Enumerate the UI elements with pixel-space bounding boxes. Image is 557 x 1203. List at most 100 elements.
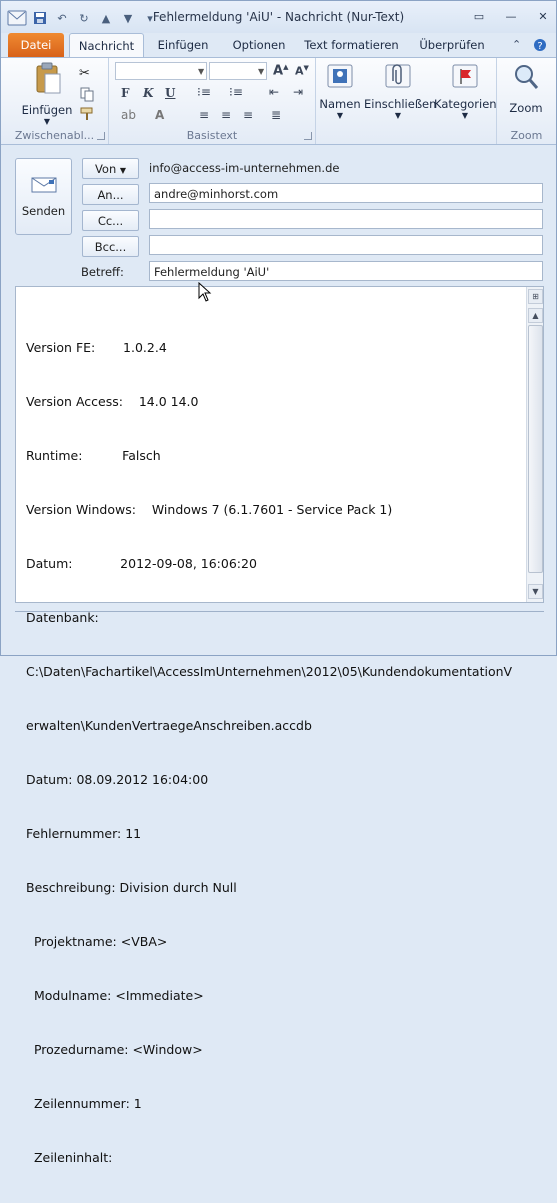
message-window: ↶ ↻ ▲ ▼ ▾ Fehlermeldung 'AiU' - Nachrich… xyxy=(0,0,557,1165)
paste-dropdown-icon: ▼ xyxy=(43,117,51,126)
body-line: Prozedurname: <Window> xyxy=(26,1042,203,1057)
tab-review[interactable]: Überprüfen xyxy=(411,33,493,57)
paste-label: Einfügen xyxy=(21,103,73,117)
body-line: Zeileninhalt: xyxy=(26,1150,113,1165)
names-group: Namen ▼ xyxy=(316,58,364,144)
categories-label: Kategorien xyxy=(434,97,497,111)
subject-label: Betreff: xyxy=(81,265,124,279)
increase-indent-icon[interactable]: ⇥ xyxy=(293,85,303,99)
close-icon[interactable]: ✕ xyxy=(536,9,550,23)
font-size-dropdown-icon[interactable]: ▼ xyxy=(258,67,264,76)
tab-format-text[interactable]: Text formatieren xyxy=(299,33,404,57)
include-button[interactable]: Einschließen ▼ xyxy=(364,62,436,120)
help-icon[interactable]: ? xyxy=(533,38,547,55)
magnifier-icon xyxy=(515,65,539,89)
minimize-ribbon-icon[interactable]: ⌃ xyxy=(512,38,521,51)
body-line: Datum: 2012-09-08, 16:06:20 xyxy=(26,556,257,571)
categories-button[interactable]: Kategorien ▼ xyxy=(434,62,497,120)
clipboard-group-label: Zwischenabl... xyxy=(14,129,95,142)
people-pane-divider[interactable] xyxy=(15,611,544,617)
zoom-button[interactable]: Zoom xyxy=(501,62,551,115)
justify-icon[interactable]: ≣ xyxy=(271,108,281,122)
from-button[interactable]: Von ▼ xyxy=(82,158,139,179)
copy-icon[interactable] xyxy=(79,86,95,102)
font-color-icon[interactable]: A xyxy=(155,108,164,122)
basic-text-group: ▼ ▼ A▲ A▼ F K U ⁝≡ ⁝≡ ⇤ ⇥ ab A ≡ ≡ ≡ ≣ B… xyxy=(109,58,316,144)
scroll-down-icon[interactable]: ▼ xyxy=(528,584,543,599)
body-line: Datum: 08.09.2012 16:04:00 xyxy=(26,772,209,787)
message-body[interactable]: Version FE: 1.0.2.4 Version Access: 14.0… xyxy=(15,286,544,1165)
body-line: erwalten\KundenVertraegeAnschreiben.accd… xyxy=(26,718,312,733)
from-label: Von xyxy=(94,162,117,176)
subject-field[interactable]: Fehlermeldung 'AiU' xyxy=(149,261,543,281)
grow-font-icon[interactable]: A▲ xyxy=(273,63,288,78)
cc-field[interactable] xyxy=(149,209,543,229)
paste-icon xyxy=(36,62,61,94)
restore-ribbon-icon[interactable]: ▭ xyxy=(472,9,486,23)
tab-file[interactable]: Datei xyxy=(8,33,64,57)
clipboard-dialog-launcher[interactable] xyxy=(97,132,105,140)
body-line: Modulname: <Immediate> xyxy=(26,988,204,1003)
include-group: Einschließen ▼ xyxy=(364,58,436,144)
bcc-field[interactable] xyxy=(149,235,543,255)
svg-text:?: ? xyxy=(537,41,542,52)
zoom-group-label: Zoom xyxy=(510,129,543,142)
align-left-icon[interactable]: ≡ xyxy=(199,108,209,122)
align-center-icon[interactable]: ≡ xyxy=(221,108,231,122)
flag-icon xyxy=(452,64,478,88)
format-painter-icon[interactable] xyxy=(79,106,95,122)
send-envelope-icon xyxy=(31,177,56,193)
to-field[interactable]: andre@minhorst.com xyxy=(149,183,543,203)
names-label: Namen xyxy=(319,97,361,111)
mouse-cursor-icon xyxy=(198,282,212,302)
bullets-icon[interactable]: ⁝≡ xyxy=(197,85,211,99)
from-value: info@access-im-unternehmen.de xyxy=(149,161,340,175)
clipboard-group: Einfügen ▼ ✂ Zwischenabl... xyxy=(1,58,109,144)
scrollbar-thumb[interactable] xyxy=(528,325,543,573)
tab-options[interactable]: Optionen xyxy=(223,33,295,57)
to-button[interactable]: An... xyxy=(82,184,139,205)
cut-icon[interactable]: ✂ xyxy=(79,66,95,82)
bold-icon[interactable]: F xyxy=(121,86,130,100)
categories-group: Kategorien ▼ xyxy=(432,58,497,144)
message-header: Senden Von ▼ info@access-im-unternehmen.… xyxy=(1,145,556,285)
body-line: Projektname: <VBA> xyxy=(26,934,168,949)
tab-message[interactable]: Nachricht xyxy=(69,33,144,57)
send-button[interactable]: Senden xyxy=(15,158,72,235)
font-family-dropdown-icon[interactable]: ▼ xyxy=(198,67,204,76)
tab-insert[interactable]: Einfügen xyxy=(148,33,218,57)
numbering-icon[interactable]: ⁝≡ xyxy=(229,85,243,99)
names-button[interactable]: Namen ▼ xyxy=(318,62,362,120)
split-view-icon[interactable]: ⊞ xyxy=(528,289,543,304)
body-line: C:\Daten\Fachartikel\AccessImUnternehmen… xyxy=(26,664,513,679)
body-line: Beschreibung: Division durch Null xyxy=(26,880,237,895)
paste-button[interactable]: Einfügen ▼ xyxy=(19,62,75,126)
underline-icon[interactable]: U xyxy=(165,86,175,100)
message-body-text[interactable]: Version FE: 1.0.2.4 Version Access: 14.0… xyxy=(26,303,526,1203)
align-right-icon[interactable]: ≡ xyxy=(243,108,253,122)
body-line: Version Access: 14.0 14.0 xyxy=(26,394,199,409)
bcc-button[interactable]: Bcc... xyxy=(82,236,139,257)
zoom-label: Zoom xyxy=(509,101,543,115)
ribbon-tabs: Datei Nachricht Einfügen Optionen Text f… xyxy=(1,33,556,57)
italic-icon[interactable]: K xyxy=(143,86,153,100)
body-line: Runtime: Falsch xyxy=(26,448,161,463)
shrink-font-icon[interactable]: A▼ xyxy=(295,64,309,78)
from-dropdown-icon: ▼ xyxy=(119,166,127,175)
body-line: Version FE: 1.0.2.4 xyxy=(26,340,167,355)
decrease-indent-icon[interactable]: ⇤ xyxy=(269,85,279,99)
body-line: Version Windows: Windows 7 (6.1.7601 - S… xyxy=(26,502,393,517)
body-line: Fehlernummer: 11 xyxy=(26,826,142,841)
basic-text-dialog-launcher[interactable] xyxy=(304,132,312,140)
basic-text-group-label: Basistext xyxy=(186,129,238,142)
highlight-icon[interactable]: ab xyxy=(121,108,136,122)
cc-button[interactable]: Cc... xyxy=(82,210,139,231)
title-bar: ↶ ↻ ▲ ▼ ▾ Fehlermeldung 'AiU' - Nachrich… xyxy=(1,1,556,33)
ribbon: Einfügen ▼ ✂ Zwischenabl... ▼ ▼ A▲ A▼ F xyxy=(1,57,556,145)
minimize-icon[interactable]: — xyxy=(504,9,518,23)
zoom-group: Zoom Zoom xyxy=(497,58,556,144)
font-family-box[interactable] xyxy=(115,62,207,80)
paperclip-icon xyxy=(385,64,411,88)
vertical-scrollbar[interactable]: ⊞ ▲ ▼ xyxy=(526,287,543,602)
scroll-up-icon[interactable]: ▲ xyxy=(528,308,543,323)
